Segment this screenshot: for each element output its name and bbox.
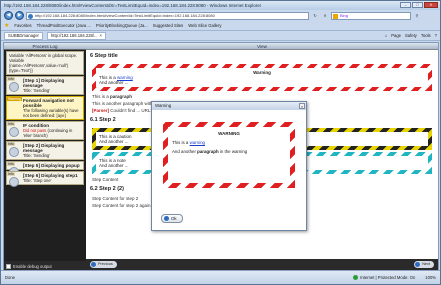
- title-bar: http://192.168.184.228/8080/index.html#v…: [1, 1, 440, 10]
- debug-checkbox[interactable]: [6, 264, 11, 269]
- favorite-link[interactable]: ThreadPoolExecutor (Java ...: [37, 23, 91, 28]
- page-menu[interactable]: Page: [391, 33, 401, 38]
- paragraph: This is a paragraph: [92, 94, 133, 99]
- safety-menu[interactable]: Safety: [405, 33, 417, 38]
- tab-current[interactable]: http://192.168.184.228/... ×: [46, 31, 106, 40]
- refresh-icon[interactable]: ↻: [311, 12, 319, 20]
- address-bar-row: ◀ ▶ http://192.168.184.228:8080/index.ht…: [1, 10, 440, 21]
- ok-button[interactable]: Ok: [161, 214, 183, 223]
- favorite-link[interactable]: Web Slice Gallery: [188, 23, 221, 28]
- favorites-bar: ★ Favorites ThreadPoolExecutor (Java ...…: [1, 21, 440, 31]
- close-button[interactable]: X: [424, 2, 438, 8]
- star-icon[interactable]: ★: [4, 22, 9, 29]
- log-item-warning[interactable]: Warning Forward navigation not possible T…: [6, 96, 84, 120]
- step-title: 6 Step title: [90, 53, 118, 59]
- dialog-warning-link[interactable]: warning: [190, 140, 205, 145]
- log-item: Variable 'AllPersons' in global scope. V…: [6, 51, 84, 75]
- process-log-panel: Process Log Variable 'AllPersons' in glo…: [4, 43, 86, 261]
- log-item[interactable]: Info [Step 5] Displaying popup: [6, 161, 84, 177]
- favorites-button[interactable]: Favorites: [14, 23, 31, 28]
- log-item[interactable]: Info IF condition Did not pass (continuin…: [6, 121, 84, 140]
- maximize-button[interactable]: □: [412, 2, 423, 8]
- condition-icon: [9, 127, 19, 137]
- back-icon[interactable]: ◀: [4, 11, 13, 20]
- globe-icon: [353, 275, 359, 281]
- dialog-box-title: WARNING: [218, 131, 240, 136]
- step-icon: [9, 177, 19, 187]
- stop-icon[interactable]: ✕: [321, 12, 329, 20]
- minimize-button[interactable]: –: [400, 2, 411, 8]
- warning-box: Warning This is a warning And another ..…: [92, 64, 432, 91]
- address-field[interactable]: http://192.168.184.228:8080/index.html#v…: [26, 11, 309, 20]
- tab-subbdmanager[interactable]: SUBBDmanager: [4, 31, 43, 40]
- window-title: http://192.168.184.228/8080/index.html#v…: [4, 3, 262, 8]
- previous-button[interactable]: Previous: [90, 261, 117, 268]
- search-icon[interactable]: ⚲: [413, 12, 421, 20]
- forward-icon[interactable]: ▶: [15, 11, 24, 20]
- home-icon[interactable]: ⌂: [385, 33, 388, 38]
- search-input[interactable]: Bing: [331, 11, 411, 20]
- message-icon: [9, 82, 19, 92]
- next-button[interactable]: Next: [414, 261, 434, 268]
- bing-icon: [333, 13, 338, 19]
- browser-window: http://192.168.184.228/8080/index.html#v…: [0, 0, 441, 285]
- close-tab-icon[interactable]: ×: [100, 33, 102, 39]
- tools-menu[interactable]: Tools: [421, 33, 431, 38]
- log-item[interactable]: Info [Step 6] Displaying step1 Title: 'St…: [6, 171, 84, 187]
- message-icon: [9, 147, 19, 157]
- security-zone[interactable]: Internet | Protected Mode: On: [353, 275, 415, 281]
- tab-bar: SUBBDmanager http://192.168.184.228/... ×…: [1, 31, 440, 41]
- status-text: Done: [5, 275, 16, 280]
- dialog-close-icon[interactable]: ×: [299, 103, 305, 109]
- warning-dialog: Warning × WARNING This is a warning And a…: [151, 101, 307, 231]
- view-footer: Previous Next: [86, 259, 438, 270]
- status-bar: Done Internet | Protected Mode: On 100%: [1, 270, 440, 284]
- favorite-link[interactable]: PriorityBlockingQueue (Ja...: [96, 23, 148, 28]
- view-title: View: [86, 43, 438, 50]
- zoom-level[interactable]: 100%: [425, 275, 436, 280]
- dialog-title: Warning: [155, 103, 172, 108]
- process-log-title: Process Log: [4, 43, 86, 50]
- favorite-link[interactable]: Suggested Sites: [153, 23, 184, 28]
- log-item[interactable]: Info [Step 2] Displaying message Title: '…: [6, 141, 84, 160]
- ie-icon: [28, 13, 33, 19]
- help-icon[interactable]: ?: [435, 33, 437, 38]
- log-item[interactable]: Info [Step 1] Displaying message Title: '…: [6, 76, 84, 95]
